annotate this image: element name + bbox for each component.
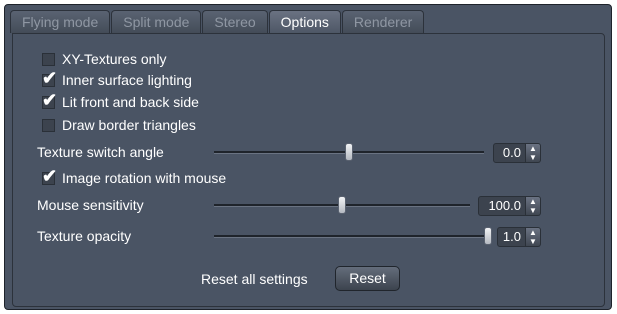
texture-opacity-thumb[interactable] [484,227,492,245]
checkmark-icon: ✔ [42,67,58,88]
tab-stereo[interactable]: Stereo [202,10,268,33]
checkbox-box[interactable]: ✔ [42,52,55,66]
spin-buttons[interactable]: ▲ ▼ [526,227,541,247]
texture-opacity-label: Texture opacity [37,228,132,244]
checkbox-box[interactable]: ✔ [42,118,55,132]
checkmark-icon: ✔ [42,89,58,110]
texture-switch-angle-thumb[interactable] [345,143,353,161]
checkbox-box[interactable]: ✔ [42,91,57,109]
tab-options[interactable]: Options [268,10,341,33]
tab-split-mode[interactable]: Split mode [111,10,202,33]
checkbox-label: Image rotation with mouse [62,170,227,186]
reset-button[interactable]: Reset [335,266,400,291]
image-rotation-checkbox[interactable]: ✔ Image rotation with mouse [42,167,227,187]
mouse-sensitivity-label: Mouse sensitivity [37,197,144,213]
texture-switch-angle-label: Texture switch angle [37,144,164,160]
down-arrow-icon[interactable]: ▼ [529,154,537,162]
tab-renderer[interactable]: Renderer [341,10,425,33]
up-arrow-icon[interactable]: ▲ [529,198,537,206]
spin-value[interactable]: 1.0 [497,227,526,247]
spin-value[interactable]: 100.0 [478,196,526,216]
checkmark-icon: ✔ [42,165,58,186]
lit-front-back-checkbox[interactable]: ✔ Lit front and back side [42,91,199,111]
xy-textures-checkbox[interactable]: ✔ XY-Textures only [42,50,167,68]
checkbox-box[interactable]: ✔ [42,167,57,185]
down-arrow-icon[interactable]: ▼ [529,238,537,246]
up-arrow-icon[interactable]: ▲ [529,145,537,153]
texture-switch-angle-spinbox[interactable]: 0.0 ▲ ▼ [493,142,541,164]
checkbox-label: XY-Textures only [62,51,167,67]
spin-buttons[interactable]: ▲ ▼ [526,143,541,163]
spin-buttons[interactable]: ▲ ▼ [526,196,541,216]
draw-border-triangles-checkbox[interactable]: ✔ Draw border triangles [42,116,196,134]
mouse-sensitivity-spinbox[interactable]: 100.0 ▲ ▼ [478,195,541,217]
reset-all-settings-label: Reset all settings [201,271,308,287]
checkbox-label: Inner surface lighting [62,72,192,88]
tab-bar: Flying mode Split mode Stereo Options Re… [10,10,440,33]
up-arrow-icon[interactable]: ▲ [529,229,537,237]
texture-opacity-spinbox[interactable]: 1.0 ▲ ▼ [497,226,541,248]
tab-flying-mode[interactable]: Flying mode [10,10,111,33]
spin-value[interactable]: 0.0 [493,143,526,163]
checkbox-label: Draw border triangles [62,117,196,133]
down-arrow-icon[interactable]: ▼ [529,207,537,215]
checkbox-box[interactable]: ✔ [42,69,57,87]
inner-surface-lighting-checkbox[interactable]: ✔ Inner surface lighting [42,69,192,89]
mouse-sensitivity-thumb[interactable] [338,196,346,214]
checkbox-label: Lit front and back side [62,94,199,110]
texture-opacity-slider[interactable] [214,235,488,238]
